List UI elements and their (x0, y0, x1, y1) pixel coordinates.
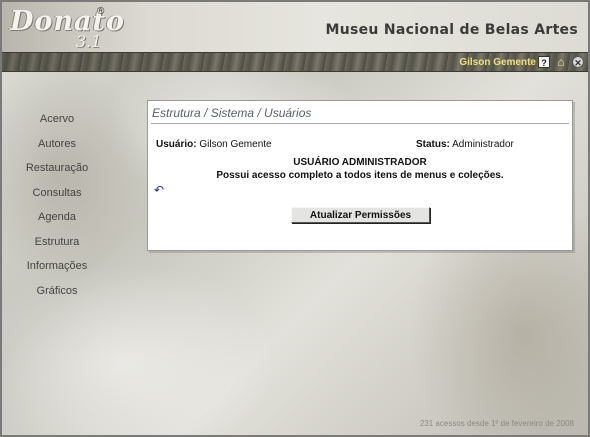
header: Donato ® 3.1 Museu Nacional de Belas Art… (2, 2, 588, 52)
divider (151, 123, 569, 124)
back-arrow-icon[interactable]: ↶ (154, 184, 168, 196)
app-frame: Donato ® 3.1 Museu Nacional de Belas Art… (0, 0, 590, 437)
user-field: Usuário: Gilson Gemente (156, 139, 272, 150)
sidebar-item-graficos[interactable]: Gráficos (2, 279, 112, 304)
logo-version: 3.1 (76, 32, 102, 51)
update-permissions-button[interactable]: Atualizar Permissões (291, 207, 430, 223)
sidebar-item-estrutura[interactable]: Estrutura (2, 230, 112, 255)
status-field: Status: Administrador (416, 139, 514, 150)
access-counter: 231 acessos desde 1º de fevereiro de 200… (419, 419, 574, 428)
sidebar-item-informacoes[interactable]: Informações (2, 254, 112, 279)
registered-mark: ® (97, 6, 105, 17)
sidebar-item-agenda[interactable]: Agenda (2, 205, 112, 230)
logo-text: Donato (10, 6, 126, 37)
user-label: Usuário: (156, 139, 197, 150)
help-icon[interactable]: ? (538, 56, 550, 68)
user-bar: Gilson Gemente ? ⌂ ✕ (2, 52, 588, 72)
status-value: Administrador (452, 139, 514, 150)
user-value: Gilson Gemente (199, 139, 272, 150)
sidebar-item-acervo[interactable]: Acervo (2, 107, 112, 132)
role-heading: USUÁRIO ADMINISTRADOR (293, 157, 427, 168)
user-permissions-panel: Estrutura / Sistema / Usuários Usuário: … (147, 100, 573, 251)
role-description: Possui acesso completo a todos itens de … (216, 170, 504, 181)
museum-title: Museu Nacional de Belas Artes (325, 22, 578, 38)
status-label: Status: (416, 139, 450, 150)
sidebar-item-restauracao[interactable]: Restauração (2, 156, 112, 181)
close-icon[interactable]: ✕ (572, 56, 584, 68)
sidebar-nav: Acervo Autores Restauração Consultas Age… (2, 107, 112, 303)
breadcrumb: Estrutura / Sistema / Usuários (152, 106, 312, 120)
logged-user-name: Gilson Gemente (459, 57, 536, 68)
sidebar-item-autores[interactable]: Autores (2, 132, 112, 157)
sidebar-item-consultas[interactable]: Consultas (2, 181, 112, 206)
donato-logo: Donato ® 3.1 (10, 6, 124, 51)
home-icon[interactable]: ⌂ (555, 56, 567, 68)
